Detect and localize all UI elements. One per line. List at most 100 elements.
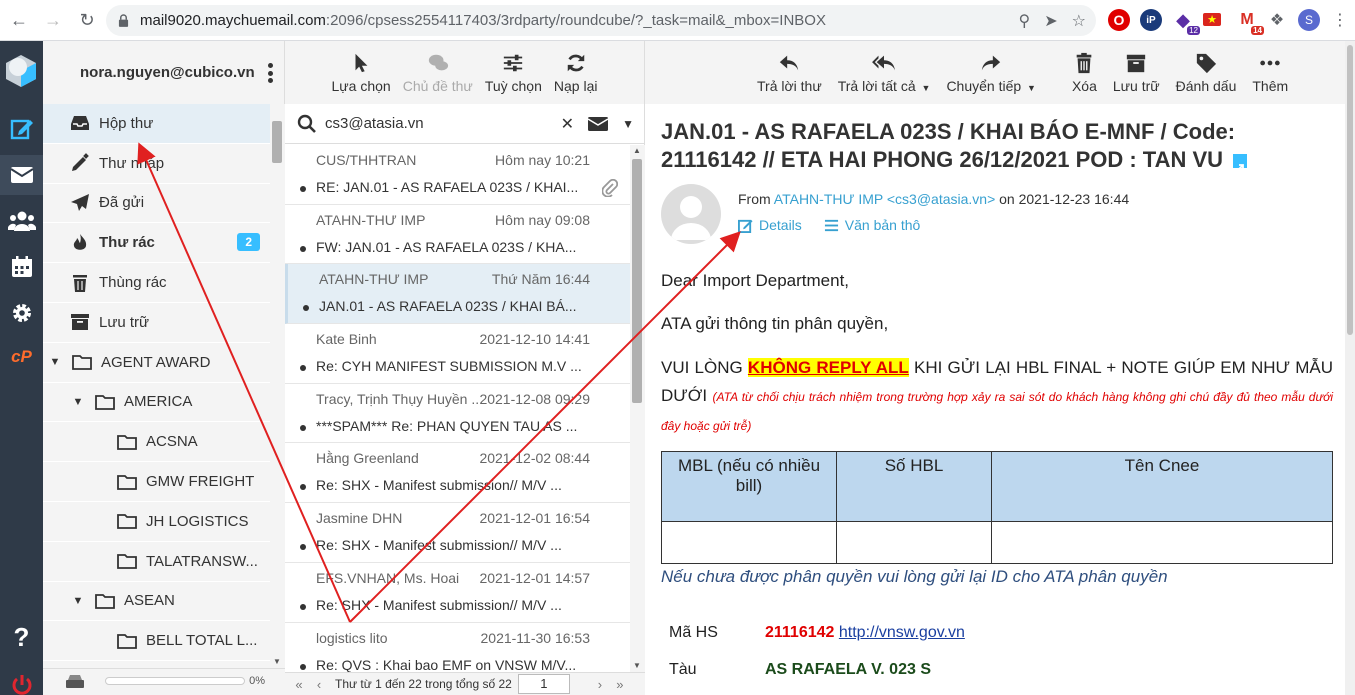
message-sender: logistics lito (316, 629, 388, 646)
forward-button[interactable]: Chuyển tiếp ▼ (938, 52, 1044, 94)
contacts-icon[interactable] (0, 201, 43, 241)
sender-link[interactable]: ATAHN-THƯ IMP <cs3@atasia.vn> (774, 191, 995, 207)
message-rows: CUS/THHTRAN Hôm nay 10:21 RE: JAN.01 - AS … (285, 145, 630, 683)
search-options-chevron-icon[interactable]: ▼ (622, 117, 634, 131)
message-row[interactable]: Hằng Greenland 2021-12-02 08:44 Re: SHX - … (285, 443, 630, 504)
profile-avatar[interactable]: S (1298, 9, 1320, 31)
table-cell (836, 521, 992, 564)
vietnam-flag-icon[interactable]: ★ (1203, 13, 1221, 26)
message-sender: Hằng Greenland (316, 450, 419, 467)
message-status-dot-icon[interactable] (300, 544, 306, 551)
no-reply-all-highlight: KHÔNG REPLY ALL (747, 358, 909, 377)
page-number-input[interactable]: 1 (517, 674, 570, 694)
folder-item[interactable]: ▼ AMERICA (43, 383, 270, 423)
folder-item[interactable]: BELL TOTAL L... (43, 621, 270, 662)
message-sender: Kate Binh (316, 331, 377, 348)
reply-button[interactable]: Trả lời thư (749, 52, 830, 94)
message-status-dot-icon[interactable] (300, 663, 306, 670)
expand-caret-icon[interactable]: ▼ (48, 356, 62, 368)
forward-dropdown-icon[interactable]: ▼ (1027, 83, 1036, 93)
mark-button[interactable]: Đánh dấu (1168, 52, 1245, 94)
back-arrow-icon[interactable]: ← (4, 5, 34, 35)
search-scope-envelope-icon[interactable] (588, 116, 608, 132)
hat-extension-icon[interactable]: ◆ 12 (1172, 9, 1200, 35)
ip-extension-icon[interactable]: iP (1140, 9, 1162, 31)
expand-caret-icon[interactable]: ▼ (71, 595, 85, 607)
cpanel-logo-icon[interactable]: cP (0, 337, 43, 377)
message-row[interactable]: Jasmine DHN 2021-12-01 16:54 Re: SHX - Man… (285, 503, 630, 563)
folder-item[interactable]: Hộp thư (43, 104, 270, 144)
help-question-icon[interactable]: ? (0, 617, 43, 657)
folder-item[interactable]: Thùng rác (43, 263, 270, 303)
extensions-puzzle-icon[interactable]: ❖ (1266, 9, 1288, 31)
account-menu-icon[interactable] (268, 63, 274, 83)
threads-button[interactable]: Chủ đề thư (397, 52, 479, 94)
message-status-dot-icon[interactable] (300, 484, 306, 491)
expand-caret-icon[interactable]: ▼ (71, 396, 85, 408)
bookmark-star-icon[interactable]: ☆ (1072, 11, 1086, 31)
browser-menu-icon[interactable]: ⋮ (1329, 9, 1351, 31)
search-icon[interactable] (297, 114, 317, 134)
folder-item[interactable]: Lưu trữ (43, 303, 270, 343)
folder-item[interactable]: TALATRANSW... (43, 542, 270, 582)
message-date: Hôm nay 10:21 (495, 152, 590, 168)
message-list-scrollbar[interactable]: ▲ ▼ (630, 145, 645, 672)
message-status-dot-icon[interactable] (300, 245, 306, 252)
message-row[interactable]: Tracy, Trịnh Thụy Huyền ... 2021-12-08 09… (285, 384, 630, 444)
reading-pane-scrollbar[interactable] (1345, 41, 1355, 695)
account-email: nora.nguyen@cubico.vn (80, 64, 255, 81)
open-in-new-window-icon[interactable] (1233, 154, 1248, 172)
send-tab-icon[interactable]: ➤ (1044, 11, 1057, 31)
logout-power-icon[interactable] (0, 665, 43, 695)
reply-all-dropdown-icon[interactable]: ▼ (922, 83, 931, 93)
message-row[interactable]: EFS.VNHAN, Ms. Hoai 2021-12-01 14:57 Re: S… (285, 563, 630, 623)
plain-text-link[interactable]: Văn bản thô (824, 217, 920, 233)
folder-item[interactable]: JH LOGISTICS (43, 502, 270, 542)
gmail-extension-icon[interactable]: M 14 (1236, 9, 1264, 35)
message-status-dot-icon[interactable] (300, 186, 306, 192)
settings-gear-icon[interactable] (0, 293, 43, 333)
first-page-icon[interactable]: « (289, 677, 309, 692)
delete-button[interactable]: Xóa (1064, 52, 1105, 94)
list-options-button[interactable]: Tuỳ chọn (479, 52, 548, 94)
message-status-dot-icon[interactable] (300, 365, 306, 372)
forward-arrow-icon[interactable]: → (38, 5, 68, 35)
select-button[interactable]: Lựa chọn (326, 52, 397, 94)
refresh-button[interactable]: Nạp lại (548, 52, 604, 94)
folder-item[interactable]: GMW FREIGHT (43, 462, 270, 502)
message-date: Hôm nay 09:08 (495, 211, 590, 228)
message-row[interactable]: Kate Binh 2021-12-10 14:41 Re: CYH MANIFES… (285, 324, 630, 384)
archive-button[interactable]: Lưu trữ (1105, 52, 1168, 94)
calendar-icon[interactable] (0, 247, 43, 287)
folder-item[interactable]: ▼ AGENT AWARD (43, 343, 270, 383)
reply-all-button[interactable]: Trả lời tất cả ▼ (830, 52, 939, 94)
details-link[interactable]: Details (738, 217, 802, 233)
opera-extension-icon[interactable]: O (1108, 9, 1130, 31)
reload-icon[interactable]: ↻ (72, 5, 102, 35)
last-page-icon[interactable]: » (610, 677, 630, 692)
folder-item[interactable]: Thư nháp (43, 144, 270, 184)
quota-bar (105, 677, 245, 685)
message-row[interactable]: ATAHN-THƯ IMP Hôm nay 09:08 FW: JAN.01 - A… (285, 205, 630, 265)
message-status-dot-icon[interactable] (300, 424, 306, 431)
message-status-dot-icon[interactable] (300, 603, 306, 610)
prev-page-icon[interactable]: ‹ (309, 677, 329, 692)
message-row[interactable]: ATAHN-THƯ IMP Thứ Năm 16:44 JAN.01 - AS RA… (285, 264, 630, 325)
next-page-icon[interactable]: › (590, 677, 610, 692)
message-status-dot-icon[interactable] (303, 305, 309, 312)
compose-icon[interactable] (0, 109, 43, 149)
folder-scrollbar[interactable]: ▼ (270, 104, 285, 668)
message-row[interactable]: CUS/THHTRAN Hôm nay 10:21 RE: JAN.01 - AS … (285, 145, 630, 205)
search-input[interactable]: cs3@atasia.vn (325, 115, 424, 132)
vnsw-link[interactable]: http://vnsw.gov.vn (839, 624, 965, 641)
mail-envelope-icon[interactable] (0, 155, 43, 195)
folder-item[interactable]: ▼ ASEAN (43, 582, 270, 622)
folder-item[interactable]: Đã gửi (43, 184, 270, 224)
folder-item[interactable]: Thư rác 2 (43, 223, 270, 264)
zoom-icon[interactable]: ⚲ (1019, 11, 1031, 31)
folder-item[interactable]: ACSNA (43, 422, 270, 463)
app-taskbar: cP ? (0, 41, 43, 695)
address-bar[interactable]: mail9020.maychuemail.com:2096/cpsess2554… (106, 5, 1096, 36)
more-button[interactable]: Thêm (1244, 52, 1296, 94)
search-reset-icon[interactable]: ✕ (561, 114, 574, 134)
